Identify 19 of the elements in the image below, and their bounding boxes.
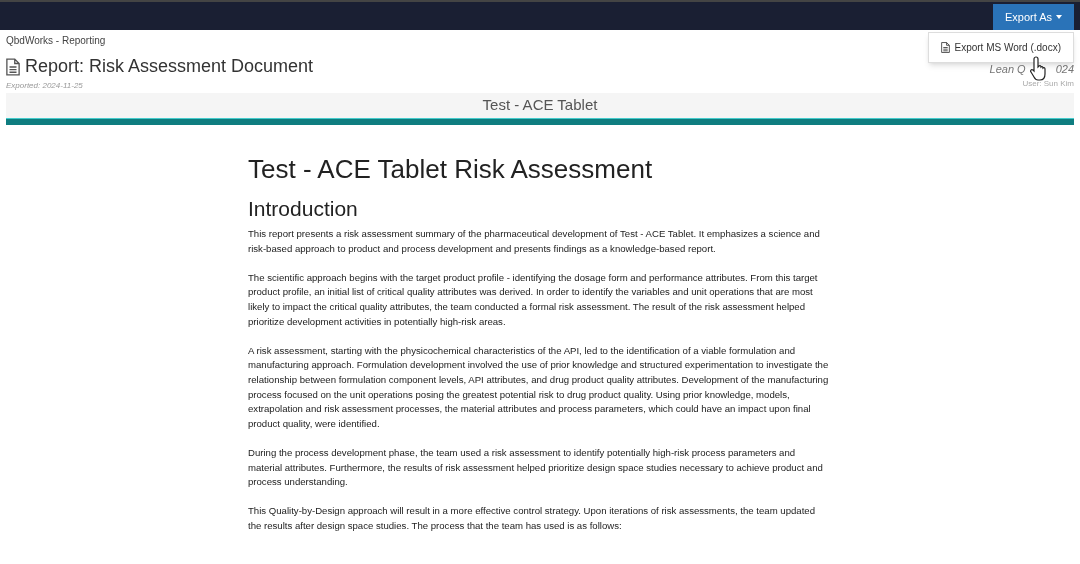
paragraph: During the process development phase, the team used a risk assessment to identify potentially high-risk process parameters and material attributes. Furthermore, the results of risk assessment helped prioritize design space studies necessary to achieve product and process understanding. [248,445,824,490]
org-name: 024 [1055,62,1074,77]
app-name: QbdWorks - Reporting [6,34,107,48]
paragraph: This report presents a risk assessment summary of the pharmaceutical development of Test - ACE Tablet. It emphasizes a science and risk-based approach to product and process development and presents findings as a knowledge-based report. [248,227,821,256]
export-as-button[interactable]: Export As [992,4,1074,30]
paragraph: This Quality-by-Design approach will result in a more effective control strategy. Upon iterations of risk assessments, the team updated the results after design space studies. The process that the team has used is as follows: [248,504,816,533]
menu-item[interactable]: Export MS Word (.docx) [929,37,1073,58]
document-icon [6,57,20,76]
section-heading: Introduction [248,195,359,222]
paragraph: A risk assessment, starting with the physicochemical characteristics of the API, led to the identification of a viable formulation and manufacturing approach. Formulation development involved the use of prior knowledge and structured experimentation to investigate the relationship between formulation component levels, API attributes, and drug product quality attributes. Development of the manufacturing process focused on the unit operations posing the greatest potential risk to drug product quality. Using prior knowledge, models, extrapolation and risk assessment processes, the material attributes and process parameters, which could have an impact upon final product quality, were identified. [248,343,830,431]
paragraph: The scientific approach begins with the target product profile - identifying the dosage form and performance attributes. From this target product profile, an initial list of critical quality attributes was derived. In order to identify the variables and unit operations that are most likely to impact the critical quality attributes, the team conducted a formal risk assessment. The result of the risk assessment helped prioritize development activities in potentially high-risk areas. [248,270,819,329]
document-icon [941,42,951,53]
caret-icon [1056,15,1062,19]
banner: Test - ACE Tablet [6,93,1074,118]
document-title: Test - ACE Tablet Risk Assessment [248,152,654,186]
report-title: Report: Risk Assessment Document [25,55,314,78]
exported-date: Exported: 2024-11-25 [6,80,84,92]
org-name: Lean Q [989,62,1026,77]
user-name: User: Sun Kim [1022,77,1074,90]
